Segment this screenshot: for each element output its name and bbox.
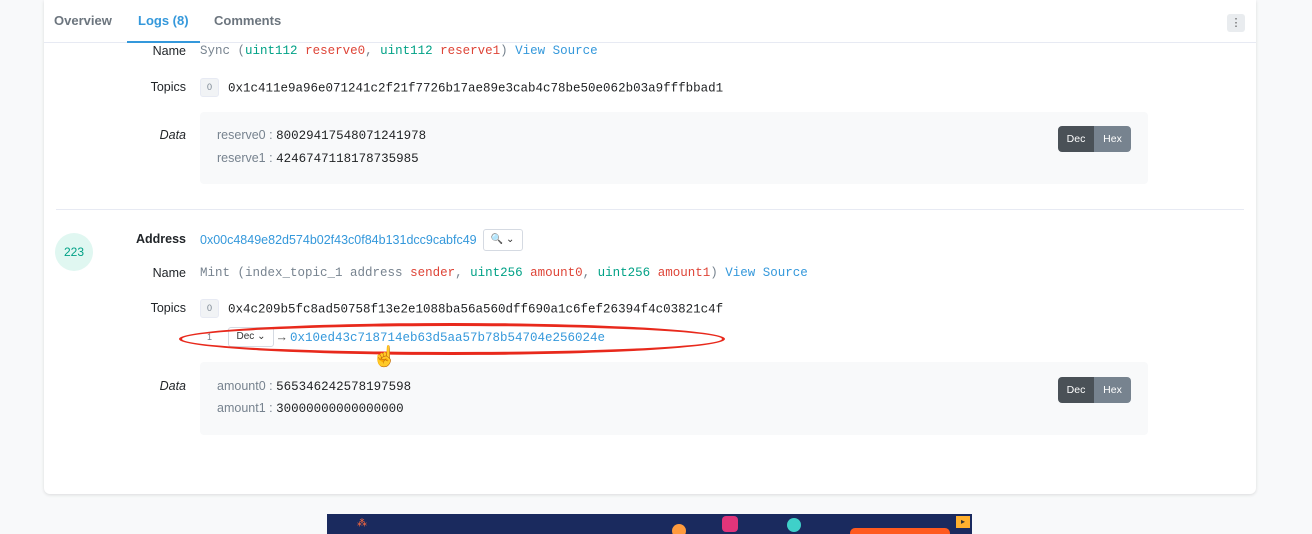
topic-index-badge: 0 [200,299,219,318]
log2-name-label: Name [152,266,186,280]
log2-event-name: Mint [200,266,231,280]
ad-logo-icon: ⁂ [357,518,367,529]
topic-value: 0x4c209b5fc8ad50758f13e2e1088ba56a560dff… [228,302,724,317]
log2-topic-0: 0 0x4c209b5fc8ad50758f13e2e1088ba56a560df… [200,299,723,318]
dec-button[interactable]: Dec [1058,126,1094,152]
log2-event-signature: Mint (index_topic_1 address sender, uint… [200,266,808,280]
log1-view-source-link[interactable]: View Source [515,44,598,58]
topic-index-badge: 0 [200,78,219,97]
log1-name-label: Name [152,44,186,58]
log1-data-label: Data [159,128,186,142]
log1-event-name: Sync [200,44,231,58]
data-row: amount1 : 30000000000000000 [217,401,404,416]
log2-param-name: amount1 [657,266,711,280]
dec-hex-toggle: Dec Hex [1058,126,1131,152]
tab-bar: Overview Logs (8) Comments ⋮ [44,0,1256,43]
log-divider [56,209,1244,210]
data-row: reserve1 : 4246747118178735985 [217,151,419,166]
log2-data-box: amount0 : 565346242578197598 amount1 : 3… [200,362,1148,435]
log2-data-label: Data [159,379,186,393]
tab-overview[interactable]: Overview [54,0,112,42]
ad-graphic-icon [787,518,801,532]
more-options-button[interactable]: ⋮ [1227,14,1245,32]
log2-address-row: 0x00c4849e82d574b02f43c0f84b131dcc9cabfc… [200,229,523,251]
log2-param-type: index_topic_1 address [245,266,403,280]
log1-topic-0: 0 0x1c411e9a96e071241c2f21f7726b17ae89e3c… [200,78,723,97]
log2-topics-label: Topics [150,301,186,315]
dec-button[interactable]: Dec [1058,377,1094,403]
data-row: amount0 : 565346242578197598 [217,379,412,394]
ad-cta-button[interactable] [850,528,950,534]
ad-graphic-icon [722,516,738,532]
log1-param-type: uint112 [380,44,433,58]
log2-address-label: Address [135,232,186,246]
log1-event-signature: Sync (uint112 reserve0, uint112 reserve1… [200,44,598,58]
transaction-logs-card: Overview Logs (8) Comments ⋮ Name Sync (… [44,0,1256,494]
tab-comments[interactable]: Comments [214,0,281,42]
advertisement-banner[interactable]: ⁂ ▸ [327,514,972,534]
hex-button[interactable]: Hex [1094,126,1131,152]
log2-param-type: uint256 [597,266,651,280]
tab-logs[interactable]: Logs (8) [127,0,200,43]
dec-hex-toggle: Dec Hex [1058,377,1131,403]
log1-data-box: reserve0 : 800294175480712419​78 reserve… [200,112,1148,184]
log2-param-type: uint256 [470,266,523,280]
log1-param-name: reserve1 [440,44,501,58]
hex-button[interactable]: Hex [1094,377,1131,403]
log2-view-source-link[interactable]: View Source [725,266,808,280]
annotation-ellipse [179,323,725,355]
ad-graphic-icon [672,524,686,534]
ad-choices-icon[interactable]: ▸ [956,516,970,528]
log2-param-name: sender [410,266,456,280]
log2-address-link[interactable]: 0x00c4849e82d574b02f43c0f84b131dcc9cabfc… [200,233,477,247]
log1-topics-label: Topics [150,80,186,94]
address-search-dropdown-button[interactable]: 🔍 ⌄ [482,229,523,251]
log2-param-name: amount0 [530,266,583,280]
data-row: reserve0 : 800294175480712419​78 [217,128,427,143]
hand-cursor-icon: ☝ [372,346,397,368]
log1-param-type: uint112 [245,44,298,58]
topic-value: 0x1c411e9a96e071241c2f21f7726b17ae89e3ca… [228,81,724,96]
log1-param-name: reserve0 [305,44,366,58]
